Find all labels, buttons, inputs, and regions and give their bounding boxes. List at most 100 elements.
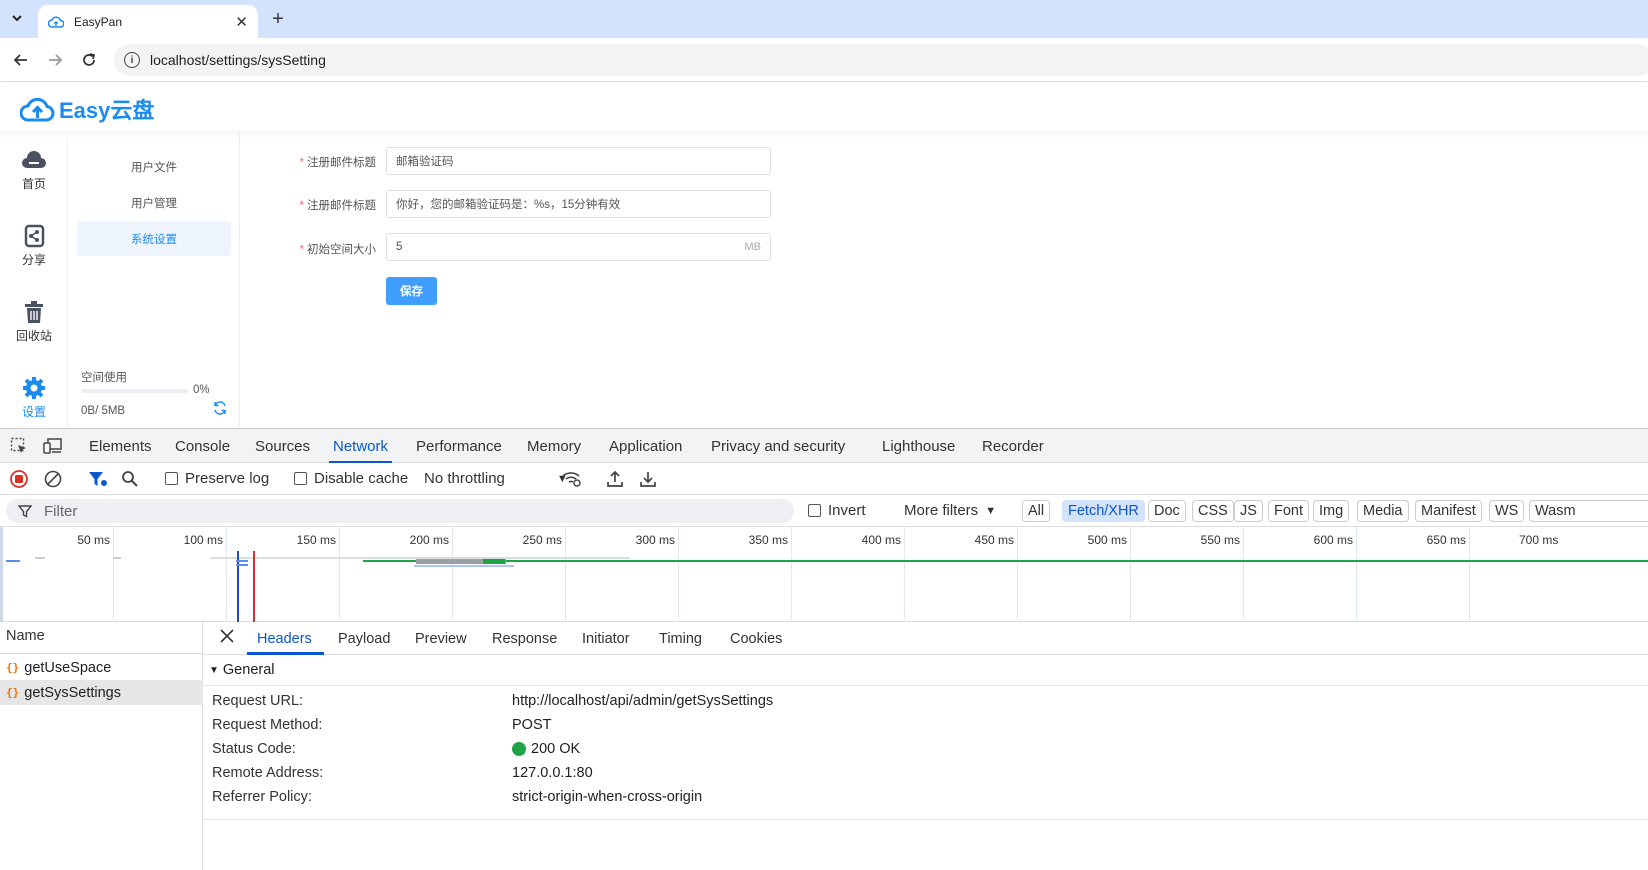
submenu-item-system-settings[interactable]: 系统设置 xyxy=(77,221,231,256)
detail-tab-preview[interactable]: Preview xyxy=(415,622,467,655)
save-button[interactable]: 保存 xyxy=(386,277,437,305)
detail-tabbar: Headers Payload Preview Response Initiat… xyxy=(203,622,1648,655)
type-filter-css[interactable]: CSS xyxy=(1192,500,1234,522)
initial-space-unit: MB xyxy=(744,241,762,253)
sidebar-item-home[interactable]: 首页 xyxy=(0,147,68,203)
email-title-input[interactable]: 邮箱验证码 xyxy=(386,147,771,175)
address-bar[interactable]: i localhost/settings/sysSetting xyxy=(114,44,1648,76)
new-tab-button[interactable]: + xyxy=(266,8,290,30)
timeline-tick-label: 100 ms xyxy=(183,533,223,547)
sidebar-item-settings[interactable]: 设置 xyxy=(0,375,68,431)
fetch-request-icon: {} xyxy=(6,686,20,699)
general-section-header[interactable]: ▼ General xyxy=(203,655,1648,686)
submenu-item-user-management[interactable]: 用户管理 xyxy=(77,185,231,220)
timeline-bar xyxy=(414,565,514,567)
detail-tab-initiator[interactable]: Initiator xyxy=(582,622,630,655)
timeline-tick-label: 550 ms xyxy=(1200,533,1240,547)
detail-tab-headers[interactable]: Headers xyxy=(247,622,324,655)
timeline-gridline xyxy=(226,527,227,622)
timeline-tick-label: 650 ms xyxy=(1426,533,1466,547)
share-icon xyxy=(24,224,45,248)
timeline-tick-label: 200 ms xyxy=(409,533,449,547)
devtools-tab-memory[interactable]: Memory xyxy=(527,429,581,463)
tab-title: EasyPan xyxy=(74,14,123,29)
header-row-remote-address: Remote Address: 127.0.0.1:80 xyxy=(212,765,593,781)
main-sidebar: 首页 分享 回收站 设置 xyxy=(0,131,68,428)
timeline-gridline xyxy=(1130,527,1131,622)
close-tab-icon[interactable]: ✕ xyxy=(235,13,248,31)
devtools-tab-privacy[interactable]: Privacy and security xyxy=(711,429,845,463)
inspect-element-icon[interactable] xyxy=(10,437,28,455)
network-overview-timeline[interactable]: 50 ms 100 ms 150 ms 200 ms 250 ms 300 ms… xyxy=(0,527,1648,622)
devtools-tab-application[interactable]: Application xyxy=(609,429,682,463)
filter-input[interactable]: Filter xyxy=(6,499,794,523)
timeline-gridline xyxy=(452,527,453,622)
stop-recording-icon[interactable] xyxy=(10,470,28,488)
initial-space-input[interactable]: 5 MB xyxy=(386,233,771,261)
app-logo[interactable]: Easy云盘 xyxy=(20,93,154,125)
type-filter-wasm[interactable]: Wasm xyxy=(1529,500,1648,522)
request-row-getsyssettings[interactable]: {} getSysSettings xyxy=(0,680,203,705)
disable-cache-checkbox[interactable]: Disable cache xyxy=(294,470,408,487)
preserve-log-checkbox[interactable]: Preserve log xyxy=(165,470,269,487)
timeline-tick-label: 450 ms xyxy=(974,533,1014,547)
reload-button[interactable] xyxy=(77,48,101,72)
status-ok-dot-icon xyxy=(512,742,526,756)
clear-icon[interactable] xyxy=(44,470,62,488)
detail-tab-timing[interactable]: Timing xyxy=(659,622,702,655)
name-column-header[interactable]: Name xyxy=(0,622,203,654)
export-har-icon[interactable] xyxy=(639,470,657,488)
refresh-icon[interactable] xyxy=(213,401,227,415)
close-detail-icon[interactable] xyxy=(220,629,234,643)
more-filters-dropdown[interactable]: More filters ▼ xyxy=(904,502,996,519)
filter-funnel-icon[interactable] xyxy=(88,470,108,488)
timeline-range-handle[interactable] xyxy=(0,527,3,622)
timeline-gridline xyxy=(565,527,566,622)
trash-icon xyxy=(25,301,43,323)
invert-checkbox[interactable]: Invert xyxy=(808,502,866,519)
search-icon[interactable] xyxy=(121,470,139,488)
site-info-icon[interactable]: i xyxy=(124,52,140,68)
type-filter-all[interactable]: All xyxy=(1022,500,1051,522)
devtools-tab-console[interactable]: Console xyxy=(175,429,230,463)
type-filter-font[interactable]: Font xyxy=(1268,500,1310,522)
devtools-tab-recorder[interactable]: Recorder xyxy=(982,429,1044,463)
type-filter-ws[interactable]: WS xyxy=(1489,500,1525,522)
detail-tab-response[interactable]: Response xyxy=(492,622,557,655)
section-divider xyxy=(203,819,1648,820)
import-har-icon[interactable] xyxy=(606,470,624,488)
type-filter-fetch-xhr[interactable]: Fetch/XHR xyxy=(1062,500,1145,522)
timeline-tick-label: 700 ms xyxy=(1519,533,1559,547)
type-filter-img[interactable]: Img xyxy=(1313,500,1350,522)
timeline-gridline xyxy=(904,527,905,622)
type-filter-js[interactable]: JS xyxy=(1234,500,1263,522)
sidebar-item-share[interactable]: 分享 xyxy=(0,223,68,279)
device-toolbar-icon[interactable] xyxy=(43,437,63,455)
devtools-tab-performance[interactable]: Performance xyxy=(416,429,502,463)
type-filter-doc[interactable]: Doc xyxy=(1148,500,1186,522)
browser-tab-strip: EasyPan ✕ + xyxy=(0,0,1648,38)
timeline-gridline xyxy=(1356,527,1357,622)
logo-text: Easy云盘 xyxy=(59,98,155,123)
type-filter-media[interactable]: Media xyxy=(1357,500,1409,522)
network-conditions-icon[interactable] xyxy=(562,470,582,488)
reload-icon xyxy=(83,53,96,66)
back-button[interactable] xyxy=(9,48,33,72)
forward-button[interactable] xyxy=(43,48,67,72)
devtools-tab-sources[interactable]: Sources xyxy=(255,429,310,463)
sidebar-item-recycle[interactable]: 回收站 xyxy=(0,299,68,355)
detail-tab-cookies[interactable]: Cookies xyxy=(730,622,782,655)
devtools-tab-lighthouse[interactable]: Lighthouse xyxy=(882,429,955,463)
gear-icon xyxy=(23,377,45,399)
detail-tab-payload[interactable]: Payload xyxy=(338,622,390,655)
browser-tab[interactable]: EasyPan ✕ xyxy=(38,5,258,38)
submenu-item-user-files[interactable]: 用户文件 xyxy=(77,149,231,184)
tab-search-chevron-icon[interactable] xyxy=(4,5,30,31)
throttling-select[interactable]: No throttling ▼ xyxy=(424,470,568,487)
type-filter-manifest[interactable]: Manifest xyxy=(1415,500,1482,522)
devtools-tab-network[interactable]: Network xyxy=(328,429,393,463)
devtools-tab-elements[interactable]: Elements xyxy=(89,429,152,463)
timeline-gridline xyxy=(1243,527,1244,622)
email-content-input[interactable]: 你好，您的邮箱验证码是：%s，15分钟有效 xyxy=(386,190,771,218)
request-row-getusespace[interactable]: {} getUseSpace xyxy=(0,655,203,680)
